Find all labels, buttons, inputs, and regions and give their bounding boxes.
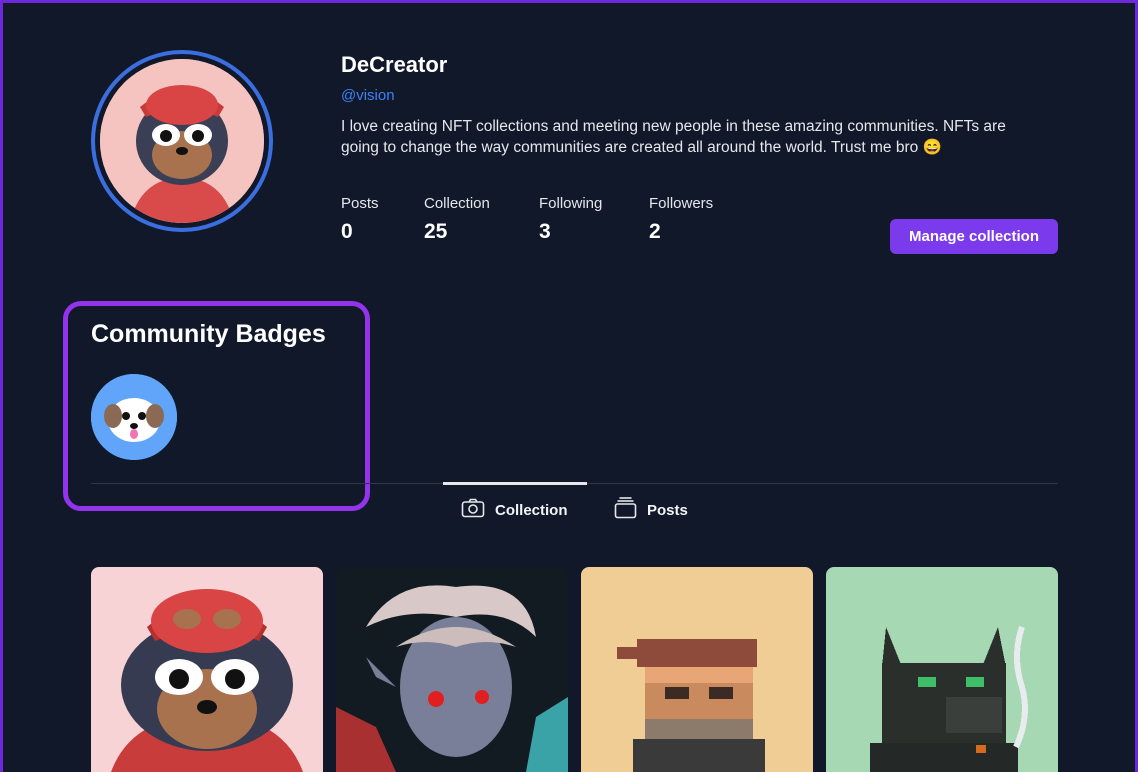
tab-collection[interactable]: Collection (461, 498, 568, 522)
profile-name: DeCreator (341, 52, 448, 77)
stat-label: Followers (649, 195, 714, 212)
stat-label: Posts (341, 195, 379, 212)
profile-bio: I love creating NFT collections and meet… (341, 118, 1006, 156)
stat-label: Collection (424, 195, 490, 212)
stat-value: 0 (341, 220, 353, 243)
avatar-image (100, 59, 264, 223)
manage-collection-button[interactable]: Manage collection (890, 219, 1058, 254)
stat-collection[interactable]: Collection 25 (424, 195, 490, 244)
stat-following[interactable]: Following 3 (539, 195, 602, 244)
camera-icon (461, 498, 485, 522)
stat-label: Following (539, 195, 603, 212)
stat-value: 25 (424, 220, 448, 243)
stat-followers[interactable]: Followers 2 (649, 195, 713, 244)
community-badge[interactable] (91, 374, 177, 460)
active-tab-indicator (443, 482, 587, 485)
tab-posts[interactable]: Posts (614, 497, 688, 523)
stat-posts[interactable]: Posts 0 (341, 195, 379, 244)
nft-card-dog[interactable] (91, 567, 323, 772)
wolf-nft-image (870, 626, 1028, 772)
stat-value: 2 (649, 220, 661, 243)
profile-handle[interactable]: @vision (341, 87, 395, 104)
elf-nft-image (336, 585, 568, 772)
profile-avatar[interactable] (91, 50, 273, 232)
pixel-nft-image (617, 639, 765, 772)
tab-label: Collection (495, 501, 568, 519)
dog-nft-image (111, 589, 303, 772)
nft-card-elf[interactable] (336, 567, 568, 772)
nft-card-wolf[interactable] (826, 567, 1058, 772)
nft-card-pixel[interactable] (581, 567, 813, 772)
community-badges-title: Community Badges (91, 320, 326, 348)
stat-value: 3 (539, 220, 551, 243)
stack-icon (614, 497, 637, 523)
tab-label: Posts (647, 501, 688, 519)
